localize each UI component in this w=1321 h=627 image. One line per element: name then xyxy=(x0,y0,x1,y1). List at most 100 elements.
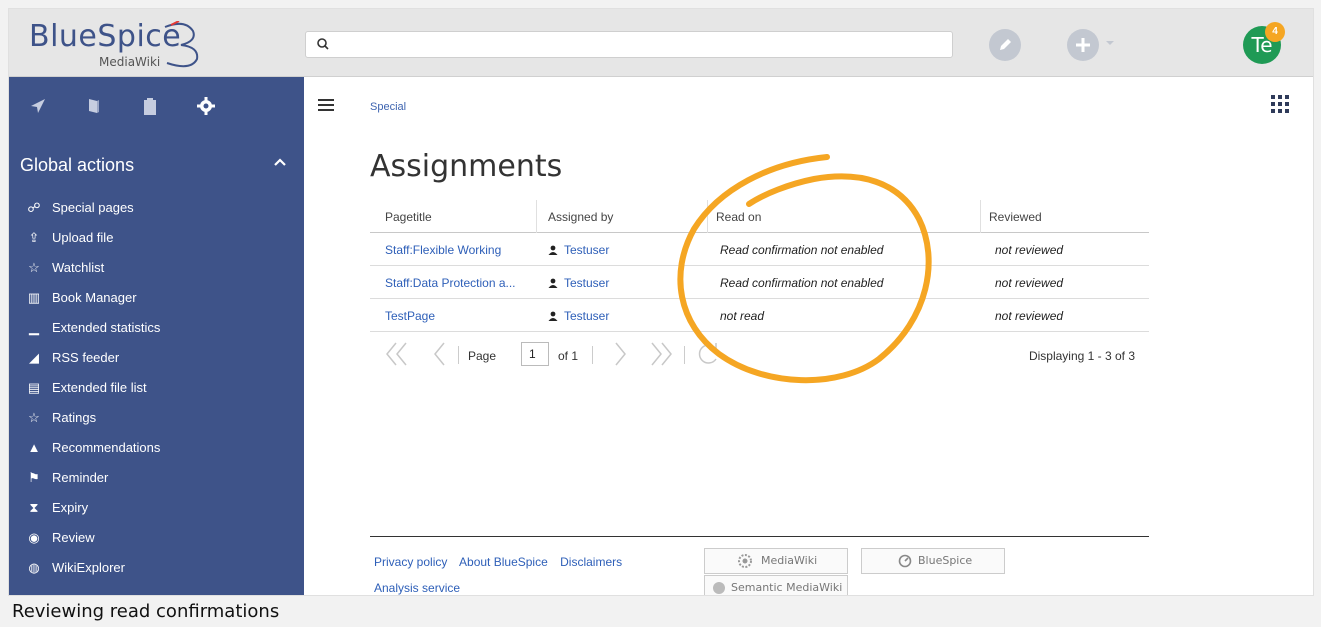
chevron-up-icon[interactable] xyxy=(273,157,287,167)
user-icon xyxy=(548,245,558,255)
sidebar: Global actions ☍ Special pages ⇪ Upload fil… xyxy=(9,77,304,595)
sidebar-tabs xyxy=(9,77,304,135)
column-header-pagetitle[interactable]: Pagetitle xyxy=(385,210,535,224)
reviewed-value-text: not reviewed xyxy=(995,243,1064,257)
plus-icon xyxy=(1076,38,1090,52)
sidebar-item[interactable]: ◍ WikiExplorer xyxy=(9,553,304,583)
page-title: Assignments xyxy=(370,149,563,184)
file-list-icon: ▤ xyxy=(27,380,41,395)
sidebar-item[interactable]: ▲ Recommendations xyxy=(9,433,304,463)
previous-page-icon[interactable] xyxy=(430,337,450,371)
breadcrumb[interactable]: Special xyxy=(370,101,406,113)
semantic-mediawiki-badge-label: Semantic MediaWiki xyxy=(731,581,843,594)
column-header-reviewed[interactable]: Reviewed xyxy=(989,210,1139,224)
figure-frame: BlueSpice MediaWiki Te 4 Global actions … xyxy=(0,0,1321,627)
sidebar-item-label: Review xyxy=(52,530,95,545)
footer-link-privacy[interactable]: Privacy policy xyxy=(374,555,447,569)
sidebar-item[interactable]: ☆ Ratings xyxy=(9,403,304,433)
screenshot: BlueSpice MediaWiki Te 4 Global actions … xyxy=(8,8,1314,596)
user-icon xyxy=(548,278,558,288)
page-title-link-text: Staff:Flexible Working xyxy=(385,243,502,257)
reviewed-value: not reviewed xyxy=(995,309,1145,323)
bluespice-badge[interactable]: BlueSpice xyxy=(861,548,1005,574)
sidebar-item[interactable]: ⇪ Upload file xyxy=(9,223,304,253)
notification-badge[interactable]: 4 xyxy=(1265,22,1285,42)
reviewed-value-text: not reviewed xyxy=(995,276,1064,290)
smw-icon xyxy=(713,582,725,594)
flame-icon: ▲ xyxy=(27,440,41,455)
statistics-icon: ▁ xyxy=(29,320,39,335)
next-page-icon[interactable] xyxy=(610,337,630,371)
books-icon: ▥ xyxy=(27,290,41,305)
footer-divider xyxy=(370,536,1149,537)
gear-icon[interactable] xyxy=(195,95,217,117)
assigned-by-user-text: Testuser xyxy=(564,276,610,290)
sidebar-item-label: Reminder xyxy=(52,470,109,485)
sidebar-item-label: Watchlist xyxy=(52,260,105,275)
clipboard-icon[interactable] xyxy=(139,95,161,117)
sidebar-item-label: Upload file xyxy=(52,230,114,245)
footer-link-disclaimers[interactable]: Disclaimers xyxy=(560,555,622,569)
page-title-link[interactable]: Staff:Data Protection a... xyxy=(385,276,535,290)
mediawiki-badge-label: MediaWiki xyxy=(761,554,818,567)
sidebar-item[interactable]: ☍ Special pages xyxy=(9,193,304,223)
sidebar-item[interactable]: ⧗ Expiry xyxy=(9,493,304,523)
pager-divider xyxy=(458,346,459,364)
first-page-icon[interactable] xyxy=(384,337,410,371)
assigned-by-user-text: Testuser xyxy=(564,243,610,257)
apps-grid-icon[interactable] xyxy=(1271,95,1289,113)
sidebar-item[interactable]: ◉ Review xyxy=(9,523,304,553)
page-number-input[interactable] xyxy=(521,342,549,366)
eye-icon: ◉ xyxy=(28,530,40,545)
sidebar-list: ☍ Special pages ⇪ Upload file ☆ Watchlist ▥ Boo… xyxy=(9,193,304,583)
page-title-link-text: Staff:Data Protection a... xyxy=(385,276,516,290)
user-icon xyxy=(548,311,558,321)
page-count-label: of 1 xyxy=(558,349,579,363)
page-label: Page xyxy=(468,349,497,363)
sidebar-item[interactable]: ▁ Extended statistics xyxy=(9,313,304,343)
sidebar-item[interactable]: ▥ Book Manager xyxy=(9,283,304,313)
highlight-annotation xyxy=(677,154,932,384)
bluespice-gauge-icon xyxy=(898,554,912,568)
sidebar-item-label: WikiExplorer xyxy=(52,560,125,575)
edit-button[interactable] xyxy=(989,29,1021,61)
navigation-icon[interactable] xyxy=(27,95,49,117)
page-title-link[interactable]: TestPage xyxy=(385,309,535,323)
sidebar-item-label: Extended statistics xyxy=(52,320,161,335)
menu-icon[interactable] xyxy=(318,98,334,112)
search-icon xyxy=(317,38,329,50)
sidebar-item-label: Special pages xyxy=(52,200,134,215)
chevron-down-icon[interactable] xyxy=(1105,39,1115,47)
sidebar-heading[interactable]: Global actions xyxy=(20,155,134,176)
sidebar-item-label: Ratings xyxy=(52,410,97,425)
add-button[interactable] xyxy=(1067,29,1099,61)
sidebar-item[interactable]: ☆ Watchlist xyxy=(9,253,304,283)
sidebar-item[interactable]: ◢ RSS feeder xyxy=(9,343,304,373)
footer-link-analysis[interactable]: Analysis service xyxy=(374,581,460,595)
displaying-count: Displaying 1 - 3 of 3 xyxy=(1028,349,1135,363)
footer-link-about[interactable]: About BlueSpice xyxy=(459,555,548,569)
semantic-mediawiki-badge[interactable]: Semantic MediaWiki xyxy=(704,575,848,595)
sidebar-item-label: Book Manager xyxy=(52,290,137,305)
logo-sub: MediaWiki xyxy=(99,55,161,69)
rss-icon: ◢ xyxy=(29,350,39,365)
mediawiki-badge[interactable]: MediaWiki xyxy=(704,548,848,574)
search-input[interactable] xyxy=(305,31,953,58)
bluespice-logo[interactable]: BlueSpice MediaWiki xyxy=(29,19,229,71)
reviewed-value: not reviewed xyxy=(995,243,1145,257)
book-icon[interactable] xyxy=(83,95,105,117)
page-title-link-text: TestPage xyxy=(385,309,436,323)
sidebar-item-label: RSS feeder xyxy=(52,350,120,365)
sidebar-item[interactable]: ▤ Extended file list xyxy=(9,373,304,403)
page-title-link[interactable]: Staff:Flexible Working xyxy=(385,243,535,257)
upload-icon: ⇪ xyxy=(28,230,40,245)
star-icon: ☆ xyxy=(28,260,40,275)
special-pages-icon: ☍ xyxy=(27,200,41,215)
sidebar-item-label: Recommendations xyxy=(52,440,161,455)
hourglass-icon: ⧗ xyxy=(29,500,39,515)
sidebar-item[interactable]: ⚑ Reminder xyxy=(9,463,304,493)
globe-icon: ◍ xyxy=(28,560,40,575)
logo-three-mark xyxy=(164,21,199,68)
assigned-by-user-text: Testuser xyxy=(564,309,610,323)
star-outline-icon: ☆ xyxy=(28,410,40,425)
